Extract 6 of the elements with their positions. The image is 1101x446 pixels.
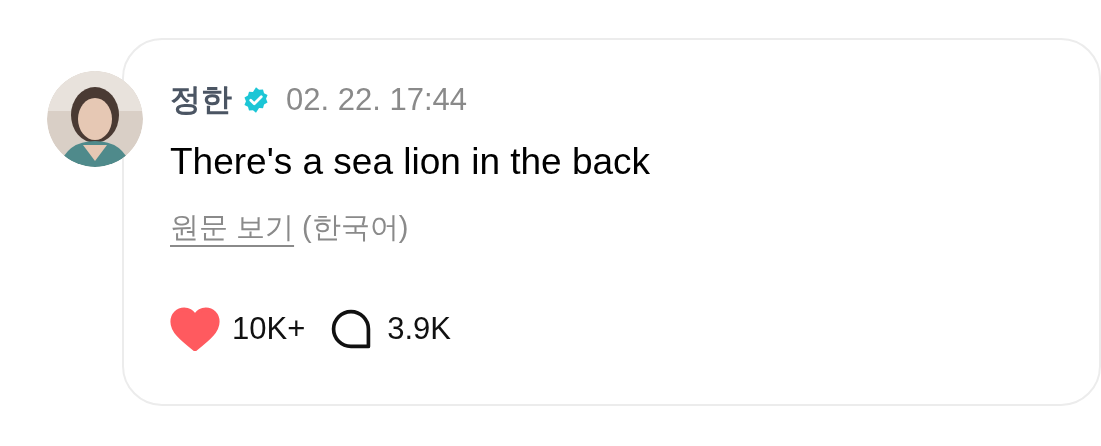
post-text: There's a sea lion in the back	[170, 140, 652, 184]
comment-button[interactable]: 3.9K	[329, 305, 452, 352]
post-time: 02. 22. 17:44	[286, 80, 467, 119]
author-name[interactable]: 정한	[170, 76, 232, 124]
language-label: (한국어)	[302, 210, 409, 245]
like-button[interactable]: 10K+	[170, 305, 306, 352]
